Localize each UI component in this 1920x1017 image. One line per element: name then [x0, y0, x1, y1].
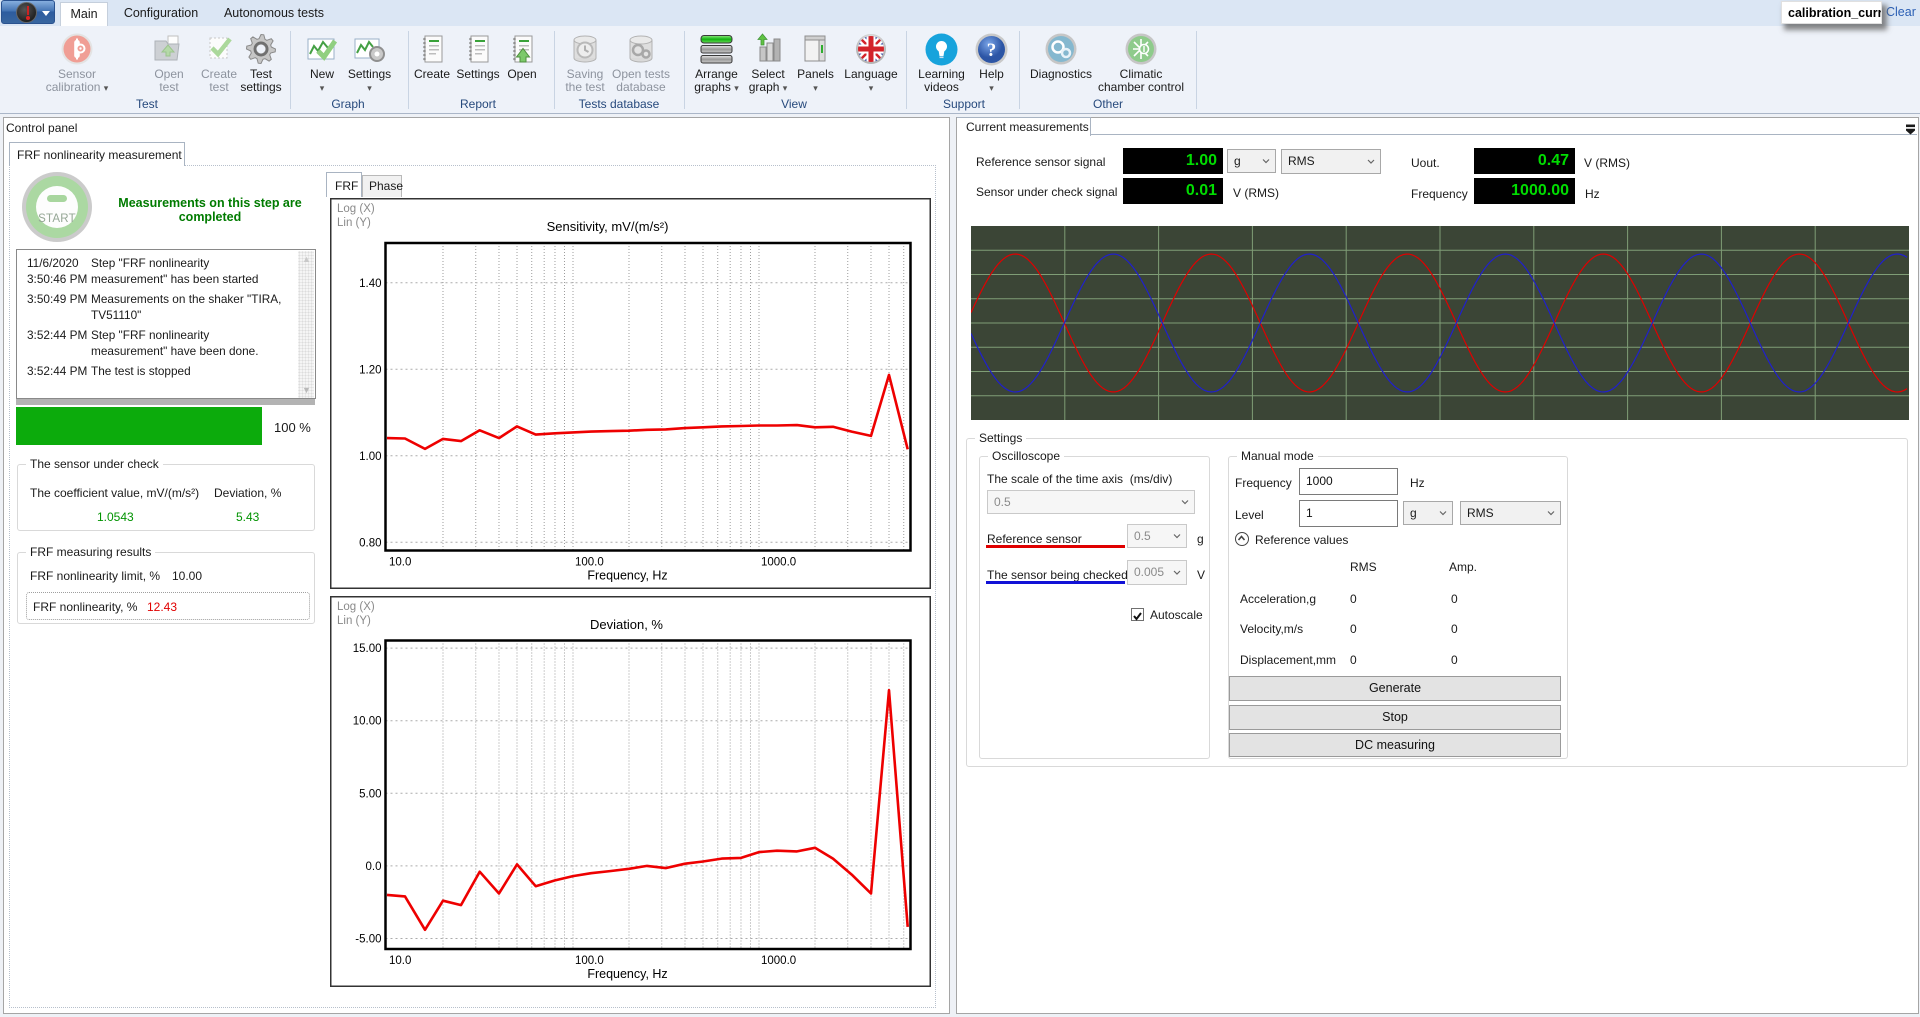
svg-text:Lin (Y): Lin (Y): [337, 615, 371, 627]
svg-text:0.80: 0.80: [359, 537, 381, 549]
svg-text:100.0: 100.0: [575, 556, 604, 568]
svg-text:1000.0: 1000.0: [761, 556, 796, 568]
svg-text:1.40: 1.40: [359, 277, 381, 289]
svg-text:Deviation, %: Deviation, %: [590, 617, 663, 632]
svg-text:Frequency, Hz: Frequency, Hz: [587, 568, 667, 582]
svg-text:1.00: 1.00: [359, 450, 381, 462]
svg-text:15.00: 15.00: [353, 643, 382, 655]
svg-text:5.00: 5.00: [359, 788, 381, 800]
svg-text:1.20: 1.20: [359, 364, 381, 376]
svg-text:0.0: 0.0: [366, 860, 382, 872]
svg-text:100.0: 100.0: [575, 955, 604, 967]
svg-text:?: ?: [987, 40, 997, 61]
svg-text:1000.0: 1000.0: [761, 955, 796, 967]
svg-text:10.0: 10.0: [389, 955, 411, 967]
svg-text:10.0: 10.0: [389, 556, 411, 568]
svg-text:Log (X): Log (X): [337, 203, 375, 215]
svg-text:Lin (Y): Lin (Y): [337, 217, 371, 229]
svg-text:Sensitivity, mV/(m/s²): Sensitivity, mV/(m/s²): [547, 219, 669, 234]
svg-text:Log (X): Log (X): [337, 601, 375, 613]
svg-text:-5.00: -5.00: [355, 933, 381, 945]
svg-text:Frequency, Hz: Frequency, Hz: [587, 967, 667, 981]
svg-text:10.00: 10.00: [353, 715, 382, 727]
